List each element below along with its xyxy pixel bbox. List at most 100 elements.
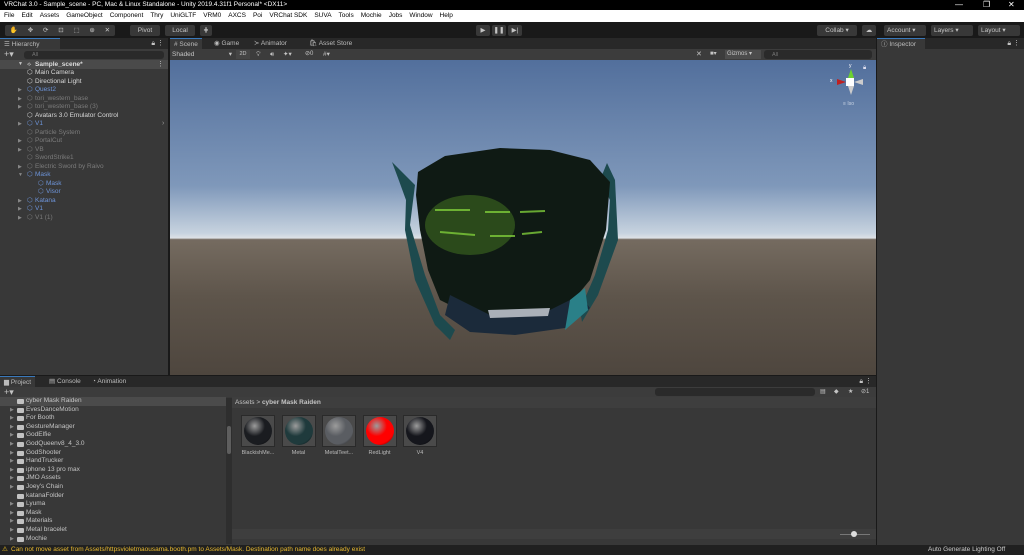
project-search-input[interactable] xyxy=(655,388,815,396)
menu-poi[interactable]: Poi xyxy=(253,10,262,22)
tab-animation[interactable]: ◔ Animation xyxy=(88,376,130,387)
hierarchy-item[interactable]: ▶ ⬡ VB xyxy=(0,146,168,155)
folder-item[interactable]: ▶ HandTrucker xyxy=(0,457,226,466)
scene-search-input[interactable] xyxy=(764,50,872,59)
hierarchy-item[interactable]: ▶ ⬡ V1 xyxy=(0,120,168,129)
hierarchy-search-input[interactable] xyxy=(24,51,164,59)
hierarchy-item[interactable]: ▶ ⬡ tori_western_base (3) xyxy=(0,103,168,112)
effects-dropdown-icon[interactable]: ✦▾ xyxy=(283,49,292,60)
folder-item[interactable]: ▶ iphone 13 pro max xyxy=(0,466,226,475)
play-button[interactable]: ▶ xyxy=(476,25,490,36)
collapsed-arrow-icon[interactable]: ▶ xyxy=(10,526,14,535)
tab-asset-store[interactable]: 🛍︎ Asset Store xyxy=(305,38,356,49)
hierarchy-item[interactable]: ▶ ⬡ V1 xyxy=(0,205,168,214)
add-icon[interactable]: +▾ xyxy=(4,49,14,60)
collapsed-arrow-icon[interactable]: ▶ xyxy=(18,146,22,155)
search-by-label-icon[interactable]: ◆ xyxy=(834,387,839,397)
collapsed-arrow-icon[interactable]: ▶ xyxy=(18,137,22,146)
collapsed-arrow-icon[interactable]: ▶ xyxy=(18,120,22,129)
minimize-button[interactable]: — xyxy=(955,0,963,10)
menu-window[interactable]: Window xyxy=(409,10,432,22)
collapsed-arrow-icon[interactable]: ▶ xyxy=(10,500,14,509)
gizmo-y-arrow[interactable] xyxy=(848,69,854,78)
folder-item[interactable]: ▶ Mochie xyxy=(0,535,226,544)
hidden-objects-toggle[interactable]: ⊘0 xyxy=(305,49,313,60)
scrollbar-thumb[interactable] xyxy=(227,426,231,454)
hierarchy-item[interactable]: ▶ ⬡ V1 (1) xyxy=(0,214,168,223)
hierarchy-item[interactable]: ⬡ SwordStrike1 xyxy=(0,154,168,163)
folder-scrollbar[interactable] xyxy=(226,398,232,544)
collapsed-arrow-icon[interactable]: ▶ xyxy=(10,474,14,483)
hierarchy-item[interactable]: ▶ ⬡ PortalCut xyxy=(0,137,168,146)
rect-tool-icon[interactable]: ⬚ xyxy=(73,25,79,36)
collapsed-arrow-icon[interactable]: ▶ xyxy=(10,423,14,432)
folder-item[interactable]: ▶ Lyuma xyxy=(0,500,226,509)
search-by-type-icon[interactable]: ▤ xyxy=(820,387,826,397)
asset-material[interactable]: RedLight xyxy=(362,415,397,456)
expanded-arrow-icon[interactable]: ▼ xyxy=(18,171,23,180)
icon-size-slider-handle[interactable] xyxy=(851,531,857,537)
account-dropdown[interactable]: Account ▾ xyxy=(884,25,926,36)
hierarchy-item[interactable]: ▼ ⬡ Mask xyxy=(0,171,168,180)
folder-item[interactable]: ▶ JMO Assets xyxy=(0,474,226,483)
menu-unigltf[interactable]: UniGLTF xyxy=(170,10,196,22)
local-toggle[interactable]: Local xyxy=(165,25,195,36)
2d-toggle[interactable]: 2D xyxy=(236,50,250,59)
gizmo-neg-x-arrow[interactable] xyxy=(854,79,863,85)
collapsed-arrow-icon[interactable]: ▶ xyxy=(18,163,22,172)
tools-icon[interactable]: ✕ xyxy=(696,49,702,60)
collapsed-arrow-icon[interactable]: ▶ xyxy=(10,517,14,526)
folder-item[interactable]: katanaFolder xyxy=(0,492,226,501)
orientation-gizmo[interactable]: y x ≡ Iso xyxy=(830,63,865,107)
create-icon[interactable]: +▾ xyxy=(4,387,14,397)
collapsed-arrow-icon[interactable]: ▶ xyxy=(18,95,22,104)
collapsed-arrow-icon[interactable]: ▶ xyxy=(18,214,22,223)
gizmo-neg-y-arrow[interactable] xyxy=(848,86,854,95)
tab-game[interactable]: ◉ Game xyxy=(210,38,243,49)
asset-material[interactable]: V4 xyxy=(403,415,437,456)
tab-project[interactable]: ▆ Project xyxy=(0,376,36,387)
collapsed-arrow-icon[interactable]: ▶ xyxy=(10,466,14,475)
collapsed-arrow-icon[interactable]: ▶ xyxy=(10,440,14,449)
menu-thry[interactable]: Thry xyxy=(150,10,163,22)
tab-console[interactable]: ▤ Console xyxy=(45,376,85,387)
scale-tool-icon[interactable]: ⊡ xyxy=(58,25,63,36)
projection-label[interactable]: ≡ Iso xyxy=(843,101,854,107)
folder-item[interactable]: ▶ Materials xyxy=(0,517,226,526)
hierarchy-item[interactable]: ⬡ Mask xyxy=(0,180,168,189)
gizmo-x-arrow[interactable] xyxy=(837,79,846,85)
collapsed-arrow-icon[interactable]: ▶ xyxy=(18,197,22,206)
pivot-toggle[interactable]: Pivot xyxy=(130,25,160,36)
custom-tool-icon[interactable]: ✕ xyxy=(105,25,110,36)
tab-animator[interactable]: ≻ Animator xyxy=(250,38,291,49)
rotate-tool-icon[interactable]: ⟳ xyxy=(43,25,48,36)
tab-hierarchy[interactable]: ☰ Hierarchy xyxy=(0,38,60,49)
hierarchy-item[interactable]: ⬡ Visor xyxy=(0,188,168,197)
folder-item[interactable]: cyber Mask Raiden xyxy=(0,397,226,406)
transform-tool-icon[interactable]: ⊕ xyxy=(89,25,94,36)
lighting-status[interactable]: Auto Generate Lighting Off xyxy=(928,545,1005,555)
cloud-icon[interactable]: ☁ xyxy=(862,25,876,36)
asset-material[interactable]: Metal xyxy=(281,415,316,456)
inspector-lock-icon[interactable]: 🔒︎ ⋮ xyxy=(1007,39,1020,48)
hierarchy-item[interactable]: ▶ ⬡ Quest2 xyxy=(0,86,168,95)
asset-material[interactable]: MetalTeet... xyxy=(322,415,356,456)
folder-item[interactable]: ▶ For Booth xyxy=(0,414,226,423)
collapsed-arrow-icon[interactable]: ▶ xyxy=(18,86,22,95)
project-lock-icon[interactable]: 🔒︎ ⋮ xyxy=(859,377,872,386)
menu-jobs[interactable]: Jobs xyxy=(389,10,403,22)
tab-scene[interactable]: # Scene xyxy=(170,38,202,49)
breadcrumb-current[interactable]: cyber Mask Raiden xyxy=(262,399,321,406)
scene-menu-icon[interactable]: ⋮ xyxy=(157,60,164,69)
transform-tools[interactable]: ✋ ✥ ⟳ ⊡ ⬚ ⊕ ✕ xyxy=(5,25,115,36)
folder-item[interactable]: ▶ Mask xyxy=(0,509,226,518)
grid-toggle-icon[interactable]: #▾ xyxy=(323,49,330,60)
collapsed-arrow-icon[interactable]: ▶ xyxy=(10,535,14,544)
folder-item[interactable]: ▶ GodQueenv8_4_3.0 xyxy=(0,440,226,449)
folder-item[interactable]: ▶ GodShooter xyxy=(0,449,226,458)
hierarchy-item[interactable]: ⬡ Avatars 3.0 Emulator Control xyxy=(0,112,168,121)
folder-item[interactable]: ▶ Metal bracelet xyxy=(0,526,226,535)
hierarchy-item[interactable]: ⬡ Main Camera xyxy=(0,69,168,78)
scene-row[interactable]: ▼ ⟡ Sample_scene* ⋮ xyxy=(0,60,168,69)
hierarchy-item[interactable]: ⬡ Particle System xyxy=(0,129,168,138)
